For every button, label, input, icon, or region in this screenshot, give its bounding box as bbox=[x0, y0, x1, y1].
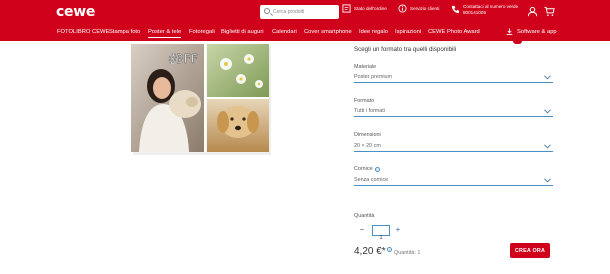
search-box[interactable] bbox=[260, 5, 339, 19]
nav-item-biglietti[interactable]: Biglietti di auguri bbox=[221, 29, 264, 35]
download-icon bbox=[506, 28, 513, 35]
customer-service-link[interactable]: Servizio clienti bbox=[398, 4, 439, 13]
material-label: Materiale bbox=[354, 64, 377, 70]
info-icon[interactable]: i bbox=[374, 166, 380, 172]
dimensions-select[interactable]: 20 × 20 cm bbox=[354, 142, 553, 152]
chevron-down-icon bbox=[544, 144, 551, 149]
quantity-stepper[interactable] bbox=[372, 225, 390, 243]
photo-tile-flowers bbox=[207, 44, 269, 97]
product-image[interactable]: #BFF bbox=[131, 44, 271, 155]
nav-item-fotoregali[interactable]: Fotoregali bbox=[189, 29, 215, 35]
frame-label-row: Cornice i bbox=[354, 166, 380, 172]
nav-item-cover-smartphone[interactable]: Cover smartphone bbox=[304, 29, 352, 35]
price-value: 4,20 €* bbox=[354, 246, 386, 257]
search-icon[interactable] bbox=[264, 8, 270, 14]
main-nav: FOTOLIBRO CEWE Stampa foto Poster & tele… bbox=[0, 27, 610, 40]
user-icon[interactable] bbox=[527, 6, 538, 17]
material-select[interactable]: Poster premium bbox=[354, 73, 553, 83]
format-subtitle: Scegli un formato tra quelli disponibili bbox=[354, 46, 457, 53]
nav-item-photo-award[interactable]: CEWE Photo Award bbox=[428, 29, 480, 35]
phone-contact[interactable]: Contattaci al numero verde 800141005 bbox=[451, 4, 518, 15]
top-header: cewe Stato dell'ordine Servizio clienti … bbox=[0, 0, 610, 41]
nav-item-poster-tele[interactable]: Poster & tele bbox=[148, 29, 182, 38]
price-info-icon[interactable]: i bbox=[386, 247, 392, 252]
quantity-label: Quantità bbox=[354, 213, 375, 219]
dimensions-label: Dimensioni bbox=[354, 132, 381, 138]
nav-item-idee-regalo[interactable]: Idee regalo bbox=[359, 29, 388, 35]
create-now-button[interactable]: CREA ORA bbox=[510, 243, 550, 258]
chevron-down-icon bbox=[544, 109, 551, 114]
dimensions-value: 20 × 20 cm bbox=[354, 143, 381, 149]
chevron-down-icon bbox=[544, 178, 551, 183]
cart-icon[interactable] bbox=[544, 6, 555, 17]
customer-service-label: Servizio clienti bbox=[410, 5, 440, 11]
quantity-increase-button[interactable]: + bbox=[394, 226, 402, 234]
order-icon bbox=[342, 4, 351, 13]
material-value: Poster premium bbox=[354, 74, 393, 80]
quantity-input[interactable] bbox=[373, 233, 389, 243]
price-row: 4,20 €* i bbox=[354, 246, 392, 257]
search-input[interactable] bbox=[273, 7, 335, 17]
software-app-link[interactable]: Software & app bbox=[506, 28, 557, 35]
format-label: Formato bbox=[354, 98, 375, 104]
software-app-label: Software & app bbox=[517, 28, 557, 35]
phone-icon bbox=[451, 5, 460, 14]
quantity-decrease-button[interactable]: − bbox=[358, 226, 366, 234]
phone-label: Contattaci al numero verde bbox=[463, 4, 519, 9]
format-select[interactable]: Tutti i formati bbox=[354, 107, 553, 117]
frame-value: Senza cornice bbox=[354, 177, 389, 183]
order-status-link[interactable]: Stato dell'ordine bbox=[342, 4, 387, 13]
info-icon bbox=[398, 4, 407, 13]
phone-number: 800141005 bbox=[463, 9, 486, 15]
frame-label: Cornice bbox=[354, 166, 373, 172]
photo-overlay-text: #BFF bbox=[169, 52, 198, 66]
poster-collage: #BFF bbox=[131, 44, 271, 155]
quantity-note: Quantità: 1 bbox=[394, 250, 421, 256]
cewe-logo[interactable]: cewe bbox=[56, 4, 95, 20]
frame-select[interactable]: Senza cornice bbox=[354, 176, 553, 186]
nav-indicator-tab bbox=[513, 41, 522, 44]
nav-item-stampa-foto[interactable]: Stampa foto bbox=[109, 29, 140, 35]
chevron-down-icon bbox=[544, 75, 551, 80]
nav-item-ispirazioni[interactable]: Ispirazioni bbox=[395, 29, 421, 35]
format-value: Tutti i formati bbox=[354, 108, 385, 114]
nav-item-calendari[interactable]: Calendari bbox=[272, 29, 297, 35]
nav-item-fotolibro[interactable]: FOTOLIBRO CEWE bbox=[57, 29, 109, 35]
order-status-label: Stato dell'ordine bbox=[354, 5, 387, 11]
